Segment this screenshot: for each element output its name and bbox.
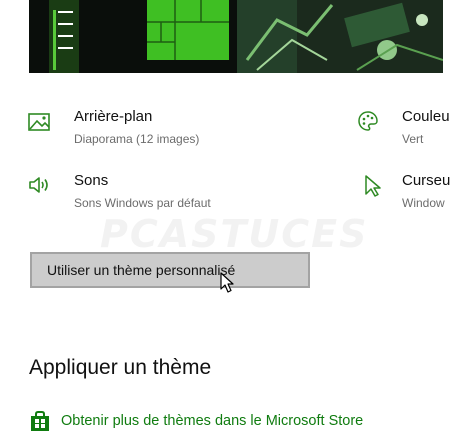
tiles-preview-icon bbox=[147, 0, 229, 60]
cursor-icon bbox=[365, 175, 381, 197]
palette-icon bbox=[358, 111, 378, 131]
store-bag-icon bbox=[31, 411, 49, 431]
background-title: Arrière-plan bbox=[74, 108, 153, 125]
sounds-title: Sons bbox=[74, 172, 109, 189]
speaker-icon bbox=[29, 177, 48, 193]
cursor-setting[interactable]: Curseu Window bbox=[363, 172, 457, 218]
color-setting[interactable]: Couleu Vert bbox=[357, 108, 457, 154]
picture-icon bbox=[28, 113, 50, 131]
cursor-subtitle: Window bbox=[402, 196, 445, 210]
color-title: Couleu bbox=[402, 108, 450, 125]
store-link-label: Obtenir plus de thèmes dans le Microsoft… bbox=[61, 413, 364, 429]
circuit-board-image bbox=[237, 0, 443, 73]
apply-theme-heading: Appliquer un thème bbox=[29, 356, 212, 379]
theme-preview bbox=[29, 0, 443, 73]
background-subtitle: Diaporama (12 images) bbox=[74, 132, 200, 146]
color-subtitle: Vert bbox=[402, 132, 424, 146]
sounds-subtitle: Sons Windows par défaut bbox=[74, 196, 211, 210]
mouse-pointer-icon bbox=[220, 272, 234, 293]
use-custom-theme-button[interactable]: Utiliser un thème personnalisé bbox=[30, 252, 310, 288]
watermark: PCASTUCES bbox=[100, 212, 369, 256]
background-setting[interactable]: Arrière-plan Diaporama (12 images) bbox=[28, 108, 258, 154]
cursor-title: Curseu bbox=[402, 172, 451, 189]
start-menu-preview-icon bbox=[49, 0, 79, 73]
microsoft-store-link[interactable]: Obtenir plus de thèmes dans le Microsoft… bbox=[29, 410, 363, 432]
